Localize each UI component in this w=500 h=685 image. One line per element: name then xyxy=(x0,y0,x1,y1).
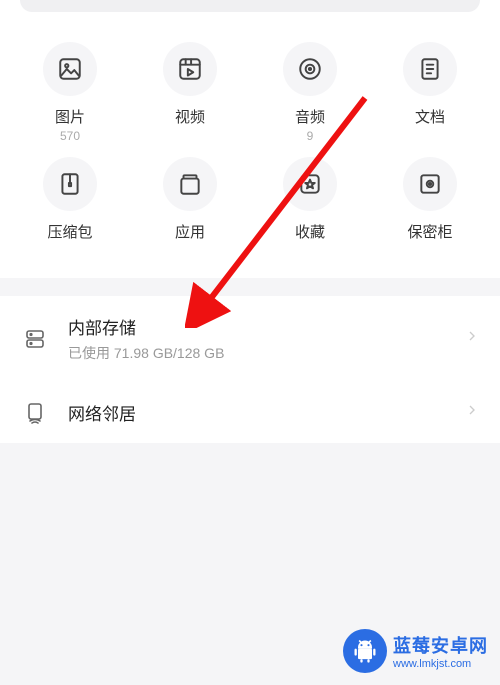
watermark-text: 蓝莓安卓网 www.lmkjst.com xyxy=(393,632,488,670)
category-label: 视频 xyxy=(175,106,205,127)
category-favorites[interactable]: 收藏 xyxy=(250,157,370,258)
category-label: 压缩包 xyxy=(47,221,92,242)
archive-icon xyxy=(43,157,97,211)
storage-list: 内部存储 已使用 71.98 GB/128 GB 网络邻居 xyxy=(0,296,500,443)
category-videos[interactable]: 视频 xyxy=(130,42,250,143)
category-safe[interactable]: 保密柜 xyxy=(370,157,490,258)
apps-icon xyxy=(163,157,217,211)
storage-usage: 已使用 71.98 GB/128 GB xyxy=(68,343,464,363)
storage-icon xyxy=(20,327,50,351)
watermark-url: www.lmkjst.com xyxy=(393,658,488,670)
watermark: 蓝莓安卓网 www.lmkjst.com xyxy=(343,629,488,673)
document-icon xyxy=(403,42,457,96)
picture-icon xyxy=(43,42,97,96)
row-text: 内部存储 已使用 71.98 GB/128 GB xyxy=(68,314,464,363)
network-neighbors-row[interactable]: 网络邻居 xyxy=(0,381,500,443)
category-pictures[interactable]: 图片 570 xyxy=(10,42,130,143)
category-audio[interactable]: 音频 9 xyxy=(250,42,370,143)
category-grid: 图片 570 视频 音频 9 文档 xyxy=(0,24,500,258)
category-apps[interactable]: 应用 xyxy=(130,157,250,258)
category-label: 保密柜 xyxy=(407,221,452,242)
internal-storage-row[interactable]: 内部存储 已使用 71.98 GB/128 GB xyxy=(0,296,500,381)
watermark-title: 蓝莓安卓网 xyxy=(393,632,488,658)
audio-icon xyxy=(283,42,337,96)
category-count: 570 xyxy=(60,129,80,143)
chevron-right-icon xyxy=(464,402,480,423)
category-label: 应用 xyxy=(175,221,205,242)
star-icon xyxy=(283,157,337,211)
video-icon xyxy=(163,42,217,96)
category-label: 文档 xyxy=(415,106,445,127)
category-label: 收藏 xyxy=(295,221,325,242)
category-label: 图片 xyxy=(55,106,85,127)
categories-section: 图片 570 视频 音频 9 文档 xyxy=(0,0,500,278)
category-archives[interactable]: 压缩包 xyxy=(10,157,130,258)
chevron-right-icon xyxy=(464,328,480,349)
category-documents[interactable]: 文档 xyxy=(370,42,490,143)
category-label: 音频 xyxy=(295,106,325,127)
safe-icon xyxy=(403,157,457,211)
android-icon xyxy=(343,629,387,673)
search-bar[interactable] xyxy=(20,0,480,12)
network-icon xyxy=(20,401,50,425)
category-count: 9 xyxy=(307,129,314,143)
storage-title: 内部存储 xyxy=(68,314,464,339)
network-title: 网络邻居 xyxy=(68,400,464,425)
row-text: 网络邻居 xyxy=(68,400,464,425)
